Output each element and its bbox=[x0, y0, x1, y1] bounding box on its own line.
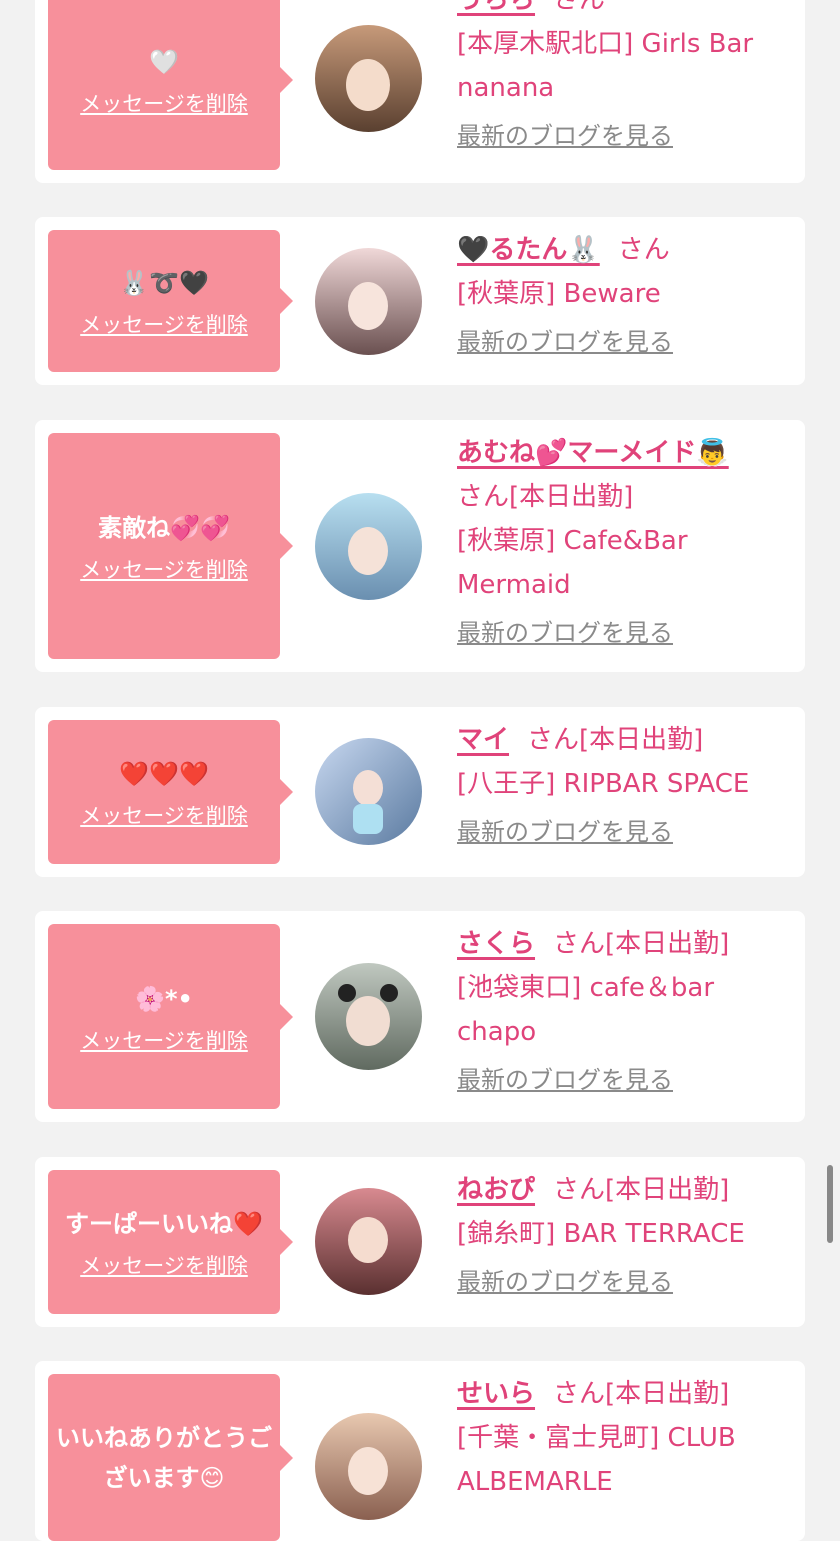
avatar[interactable] bbox=[315, 1188, 422, 1295]
store-name: [千葉・富士見町] CLUB ALBEMARLE bbox=[457, 1423, 736, 1497]
cast-name-link[interactable]: さくら bbox=[457, 929, 535, 959]
store-name: [本厚木駅北口] Girls Bar nanana bbox=[457, 29, 754, 103]
avatar[interactable] bbox=[315, 738, 422, 845]
avatar[interactable] bbox=[315, 963, 422, 1070]
latest-blog-link[interactable]: 最新のブログを見る bbox=[457, 1265, 792, 1299]
message-bubble: 🤍 メッセージを削除 bbox=[48, 0, 293, 170]
cast-info: ねおぴ さん[本日出勤] [錦糸町] BAR TERRACE 最新のブログを見る bbox=[457, 1168, 792, 1299]
store-name: [秋葉原] Cafe&Bar Mermaid bbox=[457, 526, 688, 600]
latest-blog-link[interactable]: 最新のブログを見る bbox=[457, 1063, 792, 1097]
message-bubble: 🐰➰🖤 メッセージを削除 bbox=[48, 230, 293, 372]
honorific: さん bbox=[553, 1379, 606, 1409]
message-card: 🐰➰🖤 メッセージを削除 🖤るたん🐰 さん [秋葉原] Beware 最新のブログ… bbox=[35, 217, 805, 385]
scrollbar[interactable] bbox=[827, 1165, 833, 1243]
message-bubble: 素敵ね💞💞 メッセージを削除 bbox=[48, 433, 293, 659]
avatar[interactable] bbox=[315, 493, 422, 600]
avatar[interactable] bbox=[315, 1413, 422, 1520]
message-card: すーぱーいいね❤️ メッセージを削除 ねおぴ さん[本日出勤] [錦糸町] BAR… bbox=[35, 1157, 805, 1327]
honorific: さん bbox=[553, 0, 606, 15]
delete-message-link[interactable]: メッセージを削除 bbox=[80, 800, 248, 830]
honorific: さん bbox=[553, 1175, 606, 1205]
message-text: 🌸*• bbox=[135, 984, 193, 1013]
latest-blog-link[interactable]: 最新のブログを見る bbox=[457, 325, 792, 359]
store-name: [秋葉原] Beware bbox=[457, 279, 661, 309]
store-name: [錦糸町] BAR TERRACE bbox=[457, 1219, 745, 1249]
delete-message-link[interactable]: メッセージを削除 bbox=[80, 88, 248, 118]
message-bubble: すーぱーいいね❤️ メッセージを削除 bbox=[48, 1170, 293, 1314]
honorific: さん bbox=[617, 235, 670, 265]
cast-info: 🖤るたん🐰 さん [秋葉原] Beware 最新のブログを見る bbox=[457, 228, 792, 359]
message-text: いいねありがとうございます😊 bbox=[56, 1423, 272, 1492]
latest-blog-link[interactable]: 最新のブログを見る bbox=[457, 119, 792, 153]
delete-message-link[interactable]: メッセージを削除 bbox=[80, 554, 248, 584]
work-status: [本日出勤] bbox=[605, 1379, 730, 1409]
cast-info: さくら さん[本日出勤] [池袋東口] cafe＆bar chapo 最新のブログ… bbox=[457, 922, 792, 1097]
latest-blog-link[interactable]: 最新のブログを見る bbox=[457, 616, 792, 650]
store-name: [八王子] RIPBAR SPACE bbox=[457, 769, 750, 799]
cast-name-link[interactable]: あむね💕マーメイド👼 bbox=[457, 438, 729, 468]
avatar[interactable] bbox=[315, 248, 422, 355]
delete-message-link[interactable]: メッセージを削除 bbox=[80, 309, 248, 339]
message-card: 🤍 メッセージを削除 うらら さん [本厚木駅北口] Girls Bar nana… bbox=[35, 0, 805, 183]
message-text: 🐰➰🖤 bbox=[119, 269, 209, 297]
message-text: 🤍 bbox=[149, 48, 179, 76]
message-text: 素敵ね💞💞 bbox=[98, 514, 230, 542]
cast-info: マイ さん[本日出勤] [八王子] RIPBAR SPACE 最新のブログを見る bbox=[457, 718, 792, 849]
cast-name-link[interactable]: 🖤るたん🐰 bbox=[457, 235, 600, 265]
cast-info: せいら さん[本日出勤] [千葉・富士見町] CLUB ALBEMARLE bbox=[457, 1372, 792, 1504]
delete-message-link[interactable]: メッセージを削除 bbox=[80, 1250, 248, 1280]
cast-info: うらら さん [本厚木駅北口] Girls Bar nanana 最新のブログを見… bbox=[457, 0, 792, 153]
cast-info: あむね💕マーメイド👼 さん[本日出勤] [秋葉原] Cafe&Bar Mermai… bbox=[457, 431, 792, 650]
message-bubble: いいねありがとうございます😊 bbox=[48, 1374, 293, 1541]
work-status: [本日出勤] bbox=[579, 725, 704, 755]
latest-blog-link[interactable]: 最新のブログを見る bbox=[457, 815, 792, 849]
work-status: [本日出勤] bbox=[605, 1175, 730, 1205]
work-status: [本日出勤] bbox=[605, 929, 730, 959]
honorific: さん bbox=[553, 929, 606, 959]
honorific: さん bbox=[457, 482, 510, 512]
cast-name-link[interactable]: せいら bbox=[457, 1379, 535, 1409]
message-card: ❤️❤️❤️ メッセージを削除 マイ さん[本日出勤] [八王子] RIPBAR … bbox=[35, 707, 805, 877]
work-status: [本日出勤] bbox=[509, 482, 634, 512]
message-card: 素敵ね💞💞 メッセージを削除 あむね💕マーメイド👼 さん[本日出勤] [秋葉原] … bbox=[35, 420, 805, 672]
message-text: ❤️❤️❤️ bbox=[119, 760, 209, 788]
message-bubble: ❤️❤️❤️ メッセージを削除 bbox=[48, 720, 293, 864]
cast-name-link[interactable]: マイ bbox=[457, 725, 509, 755]
cast-name-link[interactable]: うらら bbox=[457, 0, 535, 15]
honorific: さん bbox=[527, 725, 580, 755]
store-name: [池袋東口] cafe＆bar chapo bbox=[457, 973, 715, 1047]
message-card: いいねありがとうございます😊 せいら さん[本日出勤] [千葉・富士見町] CLU… bbox=[35, 1361, 805, 1541]
delete-message-link[interactable]: メッセージを削除 bbox=[80, 1025, 248, 1055]
avatar[interactable] bbox=[315, 25, 422, 132]
message-bubble: 🌸*• メッセージを削除 bbox=[48, 924, 293, 1109]
message-text: すーぱーいいね❤️ bbox=[65, 1210, 263, 1238]
message-card: 🌸*• メッセージを削除 さくら さん[本日出勤] [池袋東口] cafe＆bar… bbox=[35, 911, 805, 1122]
cast-name-link[interactable]: ねおぴ bbox=[457, 1175, 535, 1205]
